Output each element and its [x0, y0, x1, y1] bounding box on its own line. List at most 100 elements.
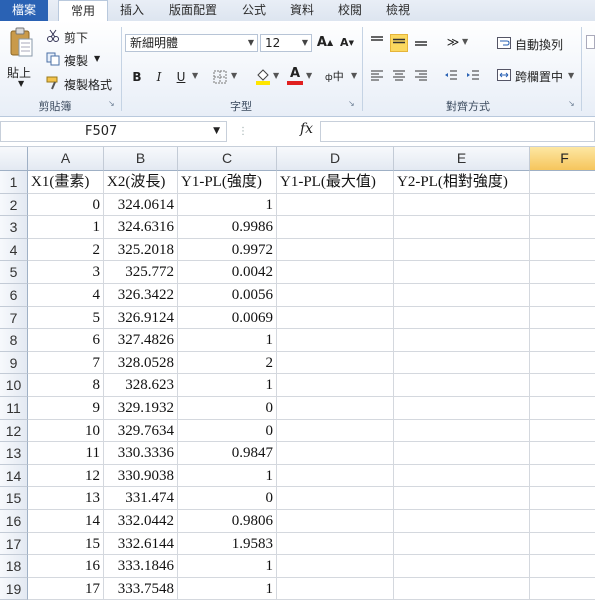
cell-d5[interactable] [277, 261, 394, 284]
shrink-font-button[interactable]: A▼ [338, 34, 356, 52]
cell-a12[interactable]: 10 [28, 419, 104, 443]
cell-d15[interactable] [277, 487, 394, 510]
cell-e5[interactable] [394, 261, 530, 284]
cell-b2[interactable]: 324.0614 [104, 193, 178, 217]
cell-c12[interactable]: 0 [178, 419, 277, 443]
row-header[interactable]: 2 [0, 193, 28, 217]
cell-c15[interactable]: 0 [178, 487, 277, 510]
row-header[interactable]: 11 [0, 397, 28, 420]
borders-dropdown-icon[interactable]: ▼ [231, 71, 237, 80]
row-header[interactable]: 13 [0, 442, 28, 465]
column-header-c[interactable]: C [178, 147, 277, 171]
row-header[interactable]: 7 [0, 306, 28, 330]
row-header[interactable]: 19 [0, 577, 28, 600]
align-center-button[interactable] [390, 68, 408, 86]
cell-f15[interactable] [530, 487, 595, 510]
cell-d17[interactable] [277, 532, 394, 556]
select-all-button[interactable] [0, 147, 28, 171]
cell-a17[interactable]: 15 [28, 532, 104, 556]
row-header[interactable]: 15 [0, 487, 28, 510]
cell-b7[interactable]: 326.9124 [104, 306, 178, 330]
cell-b16[interactable]: 332.0442 [104, 510, 178, 533]
paste-icon[interactable] [8, 27, 34, 59]
cell-b11[interactable]: 329.1932 [104, 397, 178, 420]
cell-f14[interactable] [530, 465, 595, 488]
cell-e15[interactable] [394, 487, 530, 510]
row-header[interactable]: 1 [0, 171, 28, 194]
cell-e17[interactable] [394, 532, 530, 556]
phonetic-guide-button[interactable]: ф中 [325, 68, 344, 84]
cell-c18[interactable]: 1 [178, 555, 277, 578]
row-header[interactable]: 3 [0, 216, 28, 239]
cell-f2[interactable] [530, 194, 595, 217]
cell-e11[interactable] [394, 397, 530, 420]
align-top-button[interactable] [368, 34, 386, 52]
cell-b6[interactable]: 326.3422 [104, 284, 178, 307]
tab-page-layout[interactable]: 版面配置 [160, 0, 226, 21]
tab-insert[interactable]: 插入 [112, 0, 152, 21]
cell-c7[interactable]: 0.0069 [178, 306, 277, 330]
cell-a9[interactable]: 7 [28, 351, 104, 375]
formula-input[interactable] [320, 121, 595, 142]
cell-b18[interactable]: 333.1846 [104, 555, 178, 578]
cell-f7[interactable] [530, 307, 595, 330]
cell-b12[interactable]: 329.7634 [104, 419, 178, 443]
tab-review[interactable]: 校閱 [330, 0, 370, 21]
font-size-select[interactable]: 12 ▼ [260, 34, 312, 52]
align-bottom-button[interactable] [412, 34, 430, 52]
align-right-button[interactable] [412, 68, 430, 86]
cell-c16[interactable]: 0.9806 [178, 510, 277, 533]
cell-d19[interactable] [277, 577, 394, 600]
paste-dropdown-icon[interactable]: ▼ [18, 79, 24, 88]
cut-button-label[interactable]: 剪下 [64, 29, 88, 46]
grow-font-button[interactable]: A▲ [316, 34, 334, 52]
cell-c19[interactable]: 1 [178, 577, 277, 600]
cell-a19[interactable]: 17 [28, 577, 104, 600]
cell-a3[interactable]: 1 [28, 216, 104, 239]
merge-dropdown-icon[interactable]: ▼ [568, 71, 574, 80]
cell-b8[interactable]: 327.4826 [104, 329, 178, 352]
font-name-select[interactable]: 新細明體 ▼ [125, 34, 258, 52]
cell-d9[interactable] [277, 351, 394, 375]
column-header-a[interactable]: A [28, 147, 104, 171]
cell-a16[interactable]: 14 [28, 510, 104, 533]
cell-e4[interactable] [394, 238, 530, 262]
row-header[interactable]: 12 [0, 419, 28, 443]
cell-c13[interactable]: 0.9847 [178, 442, 277, 465]
cell-f6[interactable] [530, 284, 595, 307]
cell-d13[interactable] [277, 442, 394, 465]
cell-f1[interactable] [530, 171, 595, 194]
insert-function-button[interactable]: fx [300, 121, 313, 137]
row-header[interactable]: 8 [0, 329, 28, 352]
cell-c17[interactable]: 1.9583 [178, 532, 277, 556]
cell-a10[interactable]: 8 [28, 374, 104, 397]
cell-e16[interactable] [394, 510, 530, 533]
copy-button-label[interactable]: 複製 [64, 52, 88, 69]
cell-d11[interactable] [277, 397, 394, 420]
cell-b19[interactable]: 333.7548 [104, 577, 178, 600]
format-painter-label[interactable]: 複製格式 [64, 76, 112, 93]
cell-f9[interactable] [530, 352, 595, 375]
cell-c3[interactable]: 0.9986 [178, 216, 277, 239]
name-box[interactable]: F507 ▼ [0, 121, 227, 142]
fill-color-icon[interactable] [255, 67, 271, 88]
copy-icon[interactable] [46, 52, 60, 69]
cell-a1[interactable]: X1(畫素) [28, 171, 104, 194]
row-header[interactable]: 4 [0, 238, 28, 262]
row-header[interactable]: 18 [0, 555, 28, 578]
cell-a11[interactable]: 9 [28, 397, 104, 420]
wrap-text-icon[interactable] [497, 37, 511, 52]
cell-e9[interactable] [394, 351, 530, 375]
cell-c8[interactable]: 1 [178, 329, 277, 352]
row-header[interactable]: 14 [0, 464, 28, 488]
cell-a8[interactable]: 6 [28, 329, 104, 352]
underline-dropdown-icon[interactable]: ▼ [192, 71, 198, 80]
format-painter-icon[interactable] [46, 76, 60, 93]
orientation-dropdown-icon[interactable]: ▼ [462, 37, 468, 46]
cell-e18[interactable] [394, 555, 530, 578]
column-header-e[interactable]: E [394, 147, 530, 171]
cell-f12[interactable] [530, 420, 595, 443]
cell-a7[interactable]: 5 [28, 306, 104, 330]
cell-c14[interactable]: 1 [178, 464, 277, 488]
column-header-f[interactable]: F [530, 147, 595, 171]
